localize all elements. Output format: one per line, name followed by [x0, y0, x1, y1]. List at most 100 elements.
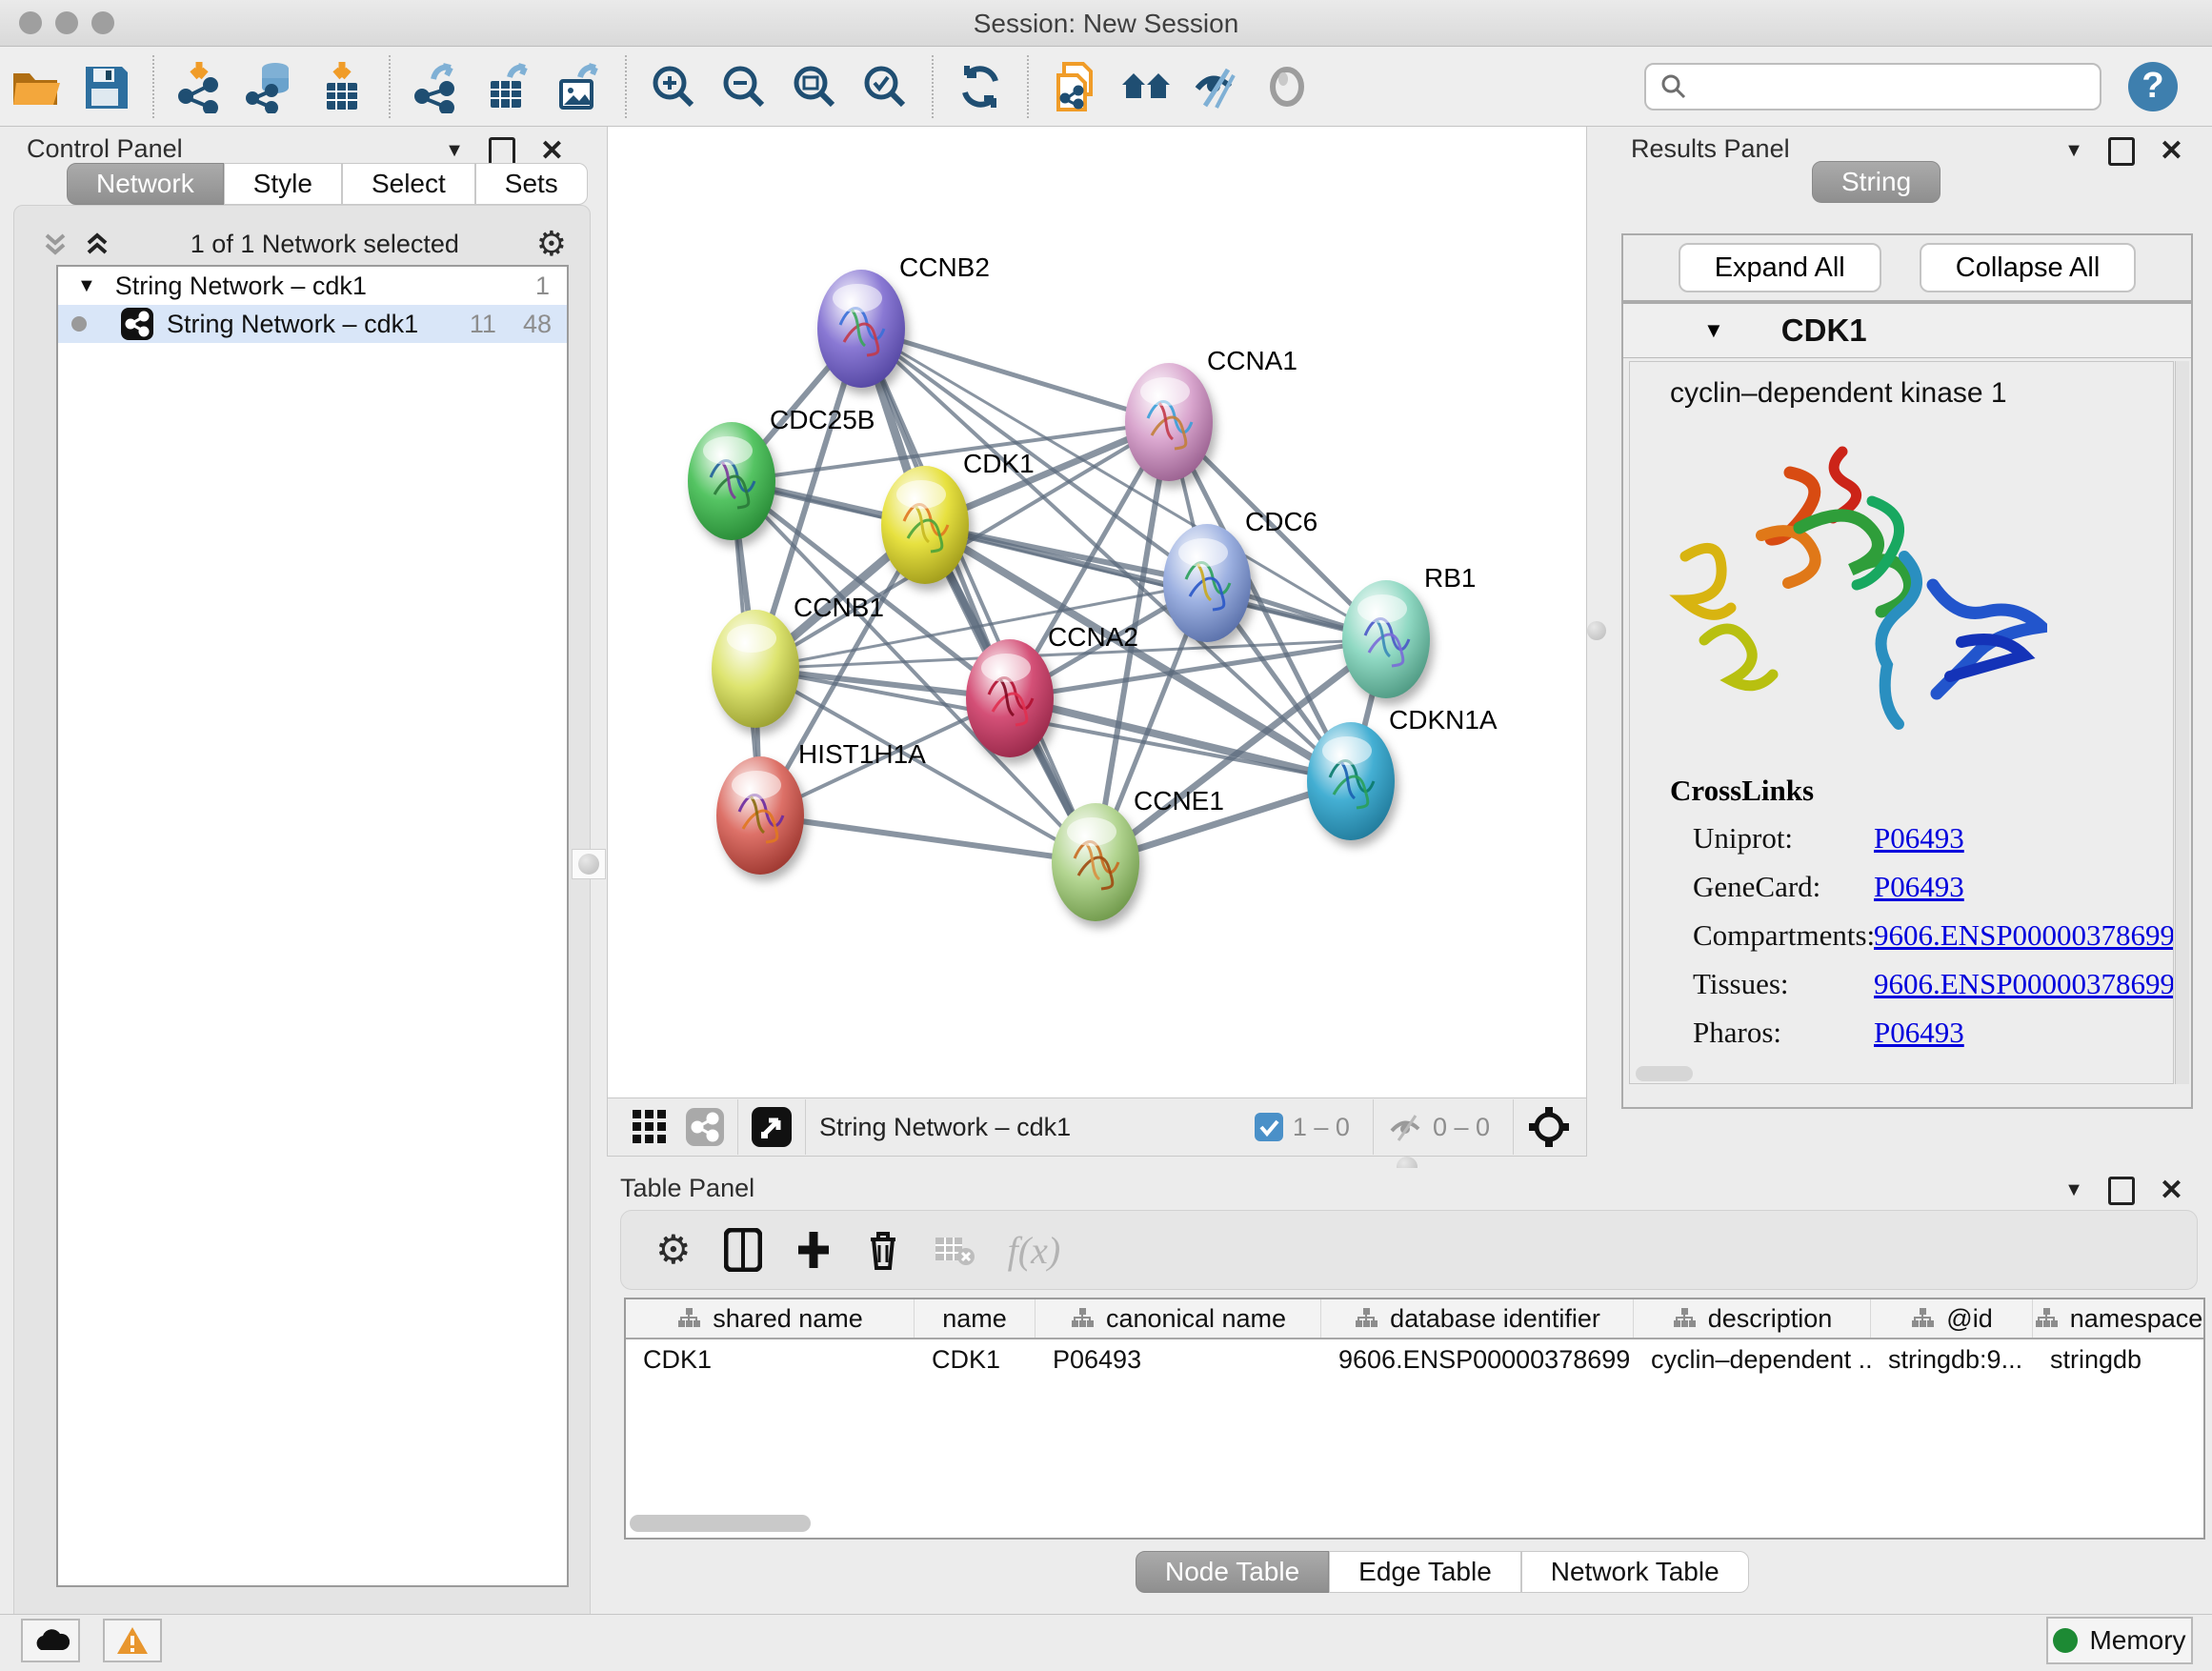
tab-select[interactable]: Select: [342, 163, 475, 205]
hide-selected-icon[interactable]: [1188, 56, 1245, 117]
crosslink-link[interactable]: P06493: [1874, 870, 1964, 904]
import-table-icon[interactable]: [313, 56, 371, 117]
save-session-icon[interactable]: [77, 56, 134, 117]
search-input[interactable]: [1688, 67, 2100, 107]
memory-button[interactable]: Memory: [2046, 1617, 2193, 1664]
zoom-in-icon[interactable]: [645, 56, 702, 117]
float-panel-icon[interactable]: [2108, 1177, 2135, 1205]
node-CCNE1[interactable]: [1046, 797, 1145, 927]
network-options-gear-icon[interactable]: ⚙: [536, 227, 567, 261]
show-columns-icon[interactable]: [724, 1228, 762, 1272]
right-splitter-handle[interactable]: [1587, 621, 1606, 640]
table-cell[interactable]: stringdb: [2033, 1339, 2204, 1379]
zoom-fit-icon[interactable]: [786, 56, 843, 117]
export-image-icon[interactable]: [550, 56, 607, 117]
tab-edge-table[interactable]: Edge Table: [1329, 1551, 1521, 1593]
table-row[interactable]: CDK1CDK1P064939606.ENSP00000378699cyclin…: [626, 1339, 2203, 1379]
grid-view-icon[interactable]: [631, 1108, 669, 1146]
collapse-all-button[interactable]: Collapse All: [1920, 243, 2137, 292]
column-header-description[interactable]: description: [1634, 1299, 1871, 1338]
table-cell[interactable]: cyclin–dependent ...: [1634, 1339, 1871, 1379]
show-all-windows-icon[interactable]: [1117, 56, 1175, 117]
crosslink-link[interactable]: 9606.ENSP00000378699: [1874, 918, 2174, 953]
node-CDC6[interactable]: [1157, 518, 1257, 648]
table-cell[interactable]: 9606.ENSP00000378699: [1321, 1339, 1634, 1379]
collapse-triangle-icon[interactable]: ▼: [1703, 318, 1724, 343]
table-cell[interactable]: stringdb:9...: [1871, 1339, 2033, 1379]
node-CCNB2[interactable]: [812, 264, 911, 393]
function-builder-icon[interactable]: f(x): [1008, 1228, 1061, 1273]
network-canvas[interactable]: CCNB2CCNA1CDC25BCDK1CDC6RB1CCNB1CCNA2CDK…: [607, 127, 1587, 1097]
zoom-selected-icon[interactable]: [856, 56, 914, 117]
tab-network[interactable]: Network: [67, 163, 224, 205]
network-row[interactable]: String Network – cdk1 11 48: [58, 305, 567, 343]
cloud-status-button[interactable]: [21, 1619, 80, 1662]
export-network-icon[interactable]: [409, 56, 466, 117]
minimize-panel-icon[interactable]: ▼: [2064, 140, 2083, 162]
column-header-namespace[interactable]: namespace: [2033, 1299, 2204, 1338]
delete-column-icon[interactable]: [865, 1228, 901, 1272]
column-header-name[interactable]: name: [915, 1299, 1036, 1338]
table-horizontal-scrollbar[interactable]: [630, 1515, 811, 1532]
birds-eye-view-icon[interactable]: [752, 1107, 792, 1147]
tab-style[interactable]: Style: [224, 163, 342, 205]
zoom-out-icon[interactable]: [715, 56, 773, 117]
table-cell[interactable]: P06493: [1036, 1339, 1321, 1379]
float-panel-icon[interactable]: [489, 137, 515, 166]
close-panel-icon[interactable]: ✕: [2160, 134, 2183, 168]
float-panel-icon[interactable]: [2108, 137, 2135, 166]
clone-network-icon[interactable]: [1047, 56, 1104, 117]
table-options-gear-icon[interactable]: ⚙: [655, 1230, 692, 1270]
tab-string[interactable]: String: [1812, 161, 1941, 203]
import-network-database-icon[interactable]: [243, 56, 300, 117]
warning-status-button[interactable]: [103, 1619, 162, 1662]
collapse-all-icon[interactable]: [39, 230, 71, 258]
crosslink-link[interactable]: P06493: [1874, 1016, 1964, 1050]
minimize-panel-icon[interactable]: ▼: [2064, 1179, 2083, 1201]
import-network-icon[interactable]: [172, 56, 230, 117]
minimize-panel-icon[interactable]: ▼: [445, 140, 464, 162]
column-header-database-identifier[interactable]: database identifier: [1321, 1299, 1634, 1338]
column-header-shared-name[interactable]: shared name: [626, 1299, 915, 1338]
hidden-eye-icon[interactable]: [1387, 1112, 1423, 1142]
horizontal-scrollbar[interactable]: [1636, 1066, 1693, 1081]
node-CDKN1A[interactable]: [1301, 716, 1400, 846]
node-RB1[interactable]: [1337, 574, 1436, 704]
collapse-triangle-icon[interactable]: ▼: [77, 275, 96, 297]
close-panel-icon[interactable]: ✕: [2160, 1174, 2183, 1207]
table-cell[interactable]: CDK1: [915, 1339, 1036, 1379]
refresh-icon[interactable]: [952, 56, 1009, 117]
open-session-icon[interactable]: [7, 56, 64, 117]
help-icon[interactable]: ?: [2128, 62, 2178, 111]
show-selected-icon[interactable]: [1258, 56, 1316, 117]
column-header-canonical-name[interactable]: canonical name: [1036, 1299, 1321, 1338]
crosslink-link[interactable]: 9606.ENSP00000378699: [1874, 967, 2174, 1001]
node-HIST1H1A[interactable]: [711, 751, 810, 880]
vertical-scrollbar[interactable]: [2175, 361, 2189, 1084]
expand-all-icon[interactable]: [81, 230, 113, 258]
search-field[interactable]: [1644, 63, 2101, 111]
node-CDK1[interactable]: [875, 460, 975, 590]
left-splitter-handle[interactable]: [572, 849, 606, 879]
column-header-@id[interactable]: @id: [1871, 1299, 2033, 1338]
tab-node-table[interactable]: Node Table: [1136, 1551, 1329, 1593]
shared-column-icon: [1070, 1307, 1095, 1330]
network-collection-row[interactable]: ▼ String Network – cdk1 1: [58, 267, 567, 305]
delete-table-icon[interactable]: [934, 1232, 975, 1268]
tab-sets[interactable]: Sets: [475, 163, 588, 205]
table-cell[interactable]: CDK1: [626, 1339, 915, 1379]
protein-header[interactable]: ▼ CDK1: [1623, 304, 2191, 358]
export-table-icon[interactable]: [479, 56, 536, 117]
edge-CCNB2-CCNE1[interactable]: [861, 329, 1096, 862]
add-column-icon[interactable]: [794, 1228, 833, 1272]
node-CDC25B[interactable]: [682, 416, 781, 546]
node-CCNA1[interactable]: [1119, 357, 1218, 487]
selected-checkbox-icon[interactable]: [1255, 1113, 1283, 1141]
node-CCNB1[interactable]: [706, 604, 805, 734]
tab-network-table[interactable]: Network Table: [1521, 1551, 1749, 1593]
crosslink-link[interactable]: P06493: [1874, 821, 1964, 856]
network-view-icon[interactable]: [686, 1108, 724, 1146]
expand-all-button[interactable]: Expand All: [1679, 243, 1881, 292]
node-CCNA2[interactable]: [960, 634, 1059, 763]
fit-target-icon[interactable]: [1527, 1105, 1571, 1149]
